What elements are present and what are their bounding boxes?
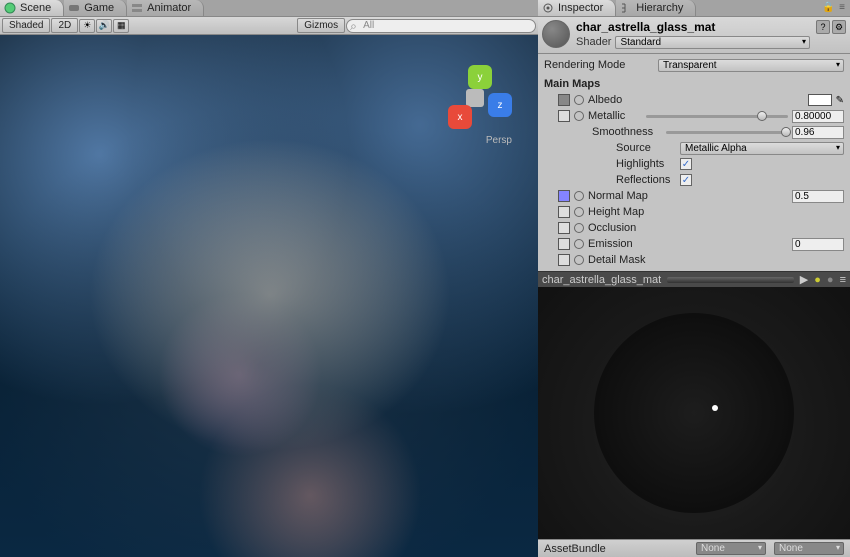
tab-scene-label: Scene [20, 2, 51, 14]
detail-picker-icon[interactable] [574, 255, 584, 265]
tab-animator[interactable]: Animator [127, 0, 204, 16]
material-preview[interactable] [538, 287, 850, 539]
highlights-label: Highlights [616, 158, 676, 170]
smoothness-label: Smoothness [592, 126, 662, 138]
light-preview-icon[interactable]: ● [814, 274, 821, 286]
source-dropdown[interactable]: Metallic Alpha [680, 142, 844, 155]
gizmos-dropdown[interactable]: Gizmos [297, 18, 345, 33]
main-maps-header: Main Maps [544, 78, 600, 90]
albedo-picker-icon[interactable] [574, 95, 584, 105]
emission-label: Emission [588, 238, 633, 250]
sphere-preview-icon[interactable]: ● [827, 274, 834, 286]
eyedropper-icon[interactable]: ✎ [836, 95, 844, 106]
search-input[interactable]: All [346, 19, 536, 33]
preview-title: char_astrella_glass_mat [542, 274, 661, 286]
preview-menu-icon[interactable]: ≡ [840, 274, 846, 286]
metallic-slider[interactable] [646, 110, 788, 122]
tab-inspector-label: Inspector [558, 2, 603, 14]
tab-inspector[interactable]: Inspector [538, 0, 616, 16]
fx-toggle[interactable]: ▦ [113, 19, 129, 33]
occlusion-label: Occlusion [588, 222, 636, 234]
tab-game-label: Game [84, 2, 114, 14]
albedo-color-swatch[interactable] [808, 94, 832, 106]
audio-toggle[interactable]: 🔊 [96, 19, 112, 33]
tab-hierarchy-label: Hierarchy [636, 2, 683, 14]
panel-lock-icon[interactable]: 🔒 [822, 2, 834, 14]
normal-value[interactable]: 0.5 [792, 190, 844, 203]
axis-z[interactable]: z [488, 93, 512, 117]
height-texture-slot[interactable] [558, 206, 570, 218]
rendering-mode-dropdown[interactable]: Transparent [658, 59, 844, 72]
scene-toolbar: Shaded 2D ☀ 🔊 ▦ Gizmos All [0, 17, 538, 35]
light-toggle[interactable]: ☀ [79, 19, 95, 33]
preview-header[interactable]: char_astrella_glass_mat ▶ ● ● ≡ [538, 271, 850, 287]
material-name: char_astrella_glass_mat [576, 20, 810, 34]
source-label: Source [616, 142, 676, 154]
height-map-label: Height Map [588, 206, 644, 218]
shaded-dropdown[interactable]: Shaded [2, 18, 50, 33]
normal-texture-slot[interactable] [558, 190, 570, 202]
2d-toggle[interactable]: 2D [51, 18, 78, 33]
asset-bundle-variant-dropdown[interactable]: None [774, 542, 844, 555]
scene-icon [4, 2, 16, 14]
inspector-body: char_astrella_glass_mat Shader Standard … [538, 17, 850, 557]
emission-picker-icon[interactable] [574, 239, 584, 249]
left-tabs: Scene Game Animator [0, 0, 538, 17]
occlusion-picker-icon[interactable] [574, 223, 584, 233]
detail-texture-slot[interactable] [558, 254, 570, 266]
inspector-icon [542, 2, 554, 14]
metallic-value[interactable]: 0.80000 [792, 110, 844, 123]
smoothness-value[interactable]: 0.96 [792, 126, 844, 139]
material-preview-icon [542, 20, 570, 48]
material-header: char_astrella_glass_mat Shader Standard … [538, 17, 850, 54]
game-icon [68, 2, 80, 14]
albedo-label: Albedo [588, 94, 622, 106]
detail-mask-label: Detail Mask [588, 254, 645, 266]
animator-icon [131, 2, 143, 14]
tab-hierarchy[interactable]: Hierarchy [616, 0, 696, 16]
right-tabs: Inspector Hierarchy 🔒 ≡ [538, 0, 850, 17]
tab-game[interactable]: Game [64, 0, 127, 16]
albedo-texture-slot[interactable] [558, 94, 570, 106]
hierarchy-icon [620, 2, 632, 14]
asset-bundle-row: AssetBundle None None [538, 539, 850, 557]
reflections-label: Reflections [616, 174, 676, 186]
persp-label: Persp [486, 135, 512, 146]
tab-animator-label: Animator [147, 2, 191, 14]
shader-dropdown[interactable]: Standard [615, 36, 810, 49]
tab-scene[interactable]: Scene [0, 0, 64, 16]
axis-x[interactable]: x [448, 105, 472, 129]
smoothness-slider[interactable] [666, 126, 788, 138]
preview-drag-handle[interactable] [667, 277, 794, 283]
highlights-checkbox[interactable]: ✓ [680, 158, 692, 170]
reflections-checkbox[interactable]: ✓ [680, 174, 692, 186]
help-icon[interactable]: ? [816, 20, 830, 34]
occlusion-texture-slot[interactable] [558, 222, 570, 234]
play-icon[interactable]: ▶ [800, 273, 808, 286]
panel-menu-icon[interactable]: ≡ [836, 2, 848, 14]
rendering-mode-label: Rendering Mode [544, 59, 654, 71]
metallic-label: Metallic [588, 110, 642, 122]
asset-bundle-name-dropdown[interactable]: None [696, 542, 766, 555]
orientation-gizmo[interactable]: x y z [448, 65, 518, 135]
preview-sphere [594, 313, 794, 513]
settings-gear-icon[interactable]: ⚙ [832, 20, 846, 34]
shader-label: Shader [576, 36, 611, 49]
normal-picker-icon[interactable] [574, 191, 584, 201]
height-picker-icon[interactable] [574, 207, 584, 217]
gizmo-cube[interactable] [466, 89, 484, 107]
normal-map-label: Normal Map [588, 190, 648, 202]
asset-bundle-label: AssetBundle [544, 543, 606, 555]
scene-viewport[interactable]: Persp x y z [0, 35, 538, 557]
emission-texture-slot[interactable] [558, 238, 570, 250]
metallic-texture-slot[interactable] [558, 110, 570, 122]
axis-y[interactable]: y [468, 65, 492, 89]
emission-value[interactable]: 0 [792, 238, 844, 251]
metallic-picker-icon[interactable] [574, 111, 584, 121]
